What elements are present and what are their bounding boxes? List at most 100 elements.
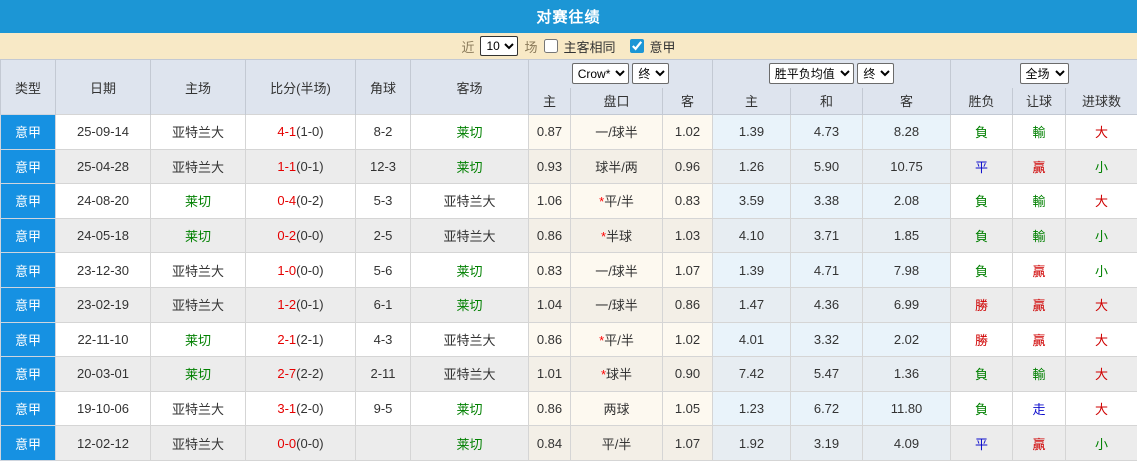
sub-header-avg-home: 主 (712, 87, 791, 115)
home-team: 亚特兰大 (150, 425, 246, 461)
goals-result-cell: 大 (1065, 390, 1137, 427)
score-cell: 3-1(2-0) (245, 390, 356, 427)
handicap-cell: *平/半 (570, 183, 663, 219)
away-team: 亚特兰大 (410, 183, 529, 219)
odds-away-cell: 1.05 (662, 390, 713, 427)
table-row: 意甲 19-10-06 亚特兰大 3-1(2-0) 9-5 莱切 0.86 两球 1.05 1.2… (0, 390, 1137, 427)
title-bar: 对赛往绩 (0, 0, 1137, 33)
odds-home-cell: 1.06 (528, 183, 571, 219)
handicap-cell: *平/半 (570, 321, 663, 358)
table-row: 意甲 23-12-30 亚特兰大 1-0(0-0) 5-6 莱切 0.83 一/球半 1.07 1… (0, 252, 1137, 288)
odds-home-cell: 0.83 (528, 252, 571, 288)
table-row: 意甲 24-08-20 莱切 0-4(0-2) 5-3 亚特兰大 1.06 *平/半 0.83 3… (0, 183, 1137, 219)
avg-home-cell: 1.39 (712, 252, 791, 288)
avg-home-cell: 4.10 (712, 217, 791, 254)
avg-state-select[interactable]: 终 (857, 63, 895, 85)
handicap-cell: 球半/两 (570, 148, 663, 185)
score-cell: 1-1(0-1) (245, 148, 356, 185)
home-team: 亚特兰大 (150, 390, 246, 427)
sub-header-goals: 进球数 (1065, 87, 1137, 115)
head-to-head-table: 类型 日期 主场 比分(半场) 角球 客场 Crow* 终 胜平负均值 终 全场… (0, 59, 1137, 461)
home-team: 亚特兰大 (150, 252, 246, 288)
score-cell: 1-2(0-1) (245, 286, 356, 323)
col-header-away: 客场 (410, 59, 529, 115)
odds-away-cell: 1.02 (662, 321, 713, 358)
corner-cell: 6-1 (355, 286, 411, 323)
league-cell: 意甲 (0, 390, 56, 427)
corner-cell: 2-11 (355, 356, 411, 392)
col-header-type: 类型 (0, 59, 56, 115)
result-cell: 負 (950, 356, 1014, 392)
avg-home-cell: 1.47 (712, 286, 791, 323)
handicap-change-icon: * (599, 194, 605, 210)
odds-home-cell: 1.04 (528, 286, 571, 323)
corner-cell: 8-2 (355, 114, 411, 150)
score-cell: 1-0(0-0) (245, 252, 356, 288)
goals-result-cell: 小 (1065, 148, 1137, 185)
handicap-result-cell: 贏 (1012, 286, 1067, 323)
corner-cell: 5-3 (355, 183, 411, 219)
date-cell: 22-11-10 (55, 321, 151, 358)
odds-company-select[interactable]: Crow* (571, 63, 629, 85)
same-venue-checkbox[interactable] (543, 39, 558, 53)
avg-home-cell: 3.59 (712, 183, 791, 219)
col-header-date: 日期 (55, 59, 151, 115)
odds-home-cell: 0.84 (528, 425, 571, 461)
avg-draw-cell: 3.19 (790, 425, 863, 461)
corner-cell: 2-5 (355, 217, 411, 254)
match-count-select[interactable]: 10 (480, 36, 519, 56)
league-cell: 意甲 (0, 286, 56, 323)
odds-home-cell: 1.01 (528, 356, 571, 392)
odds-away-cell: 0.83 (662, 183, 713, 219)
sub-header-handicap-result: 让球 (1012, 87, 1067, 115)
odds-state-select[interactable]: 终 (632, 63, 670, 85)
away-team: 亚特兰大 (410, 356, 529, 392)
odds-away-cell: 0.96 (662, 148, 713, 185)
date-cell: 23-12-30 (55, 252, 151, 288)
away-team: 莱切 (410, 390, 529, 427)
avg-draw-cell: 4.36 (790, 286, 863, 323)
table-body: 意甲 25-09-14 亚特兰大 4-1(1-0) 8-2 莱切 0.87 一/球半 1.02 1… (0, 114, 1137, 461)
table-row: 意甲 25-09-14 亚特兰大 4-1(1-0) 8-2 莱切 0.87 一/球半 1.02 1… (0, 114, 1137, 150)
away-team: 莱切 (410, 286, 529, 323)
result-cell: 平 (950, 148, 1014, 185)
table-row: 意甲 12-02-12 亚特兰大 0-0(0-0) 莱切 0.84 平/半 1.07 1.92 3… (0, 425, 1137, 461)
odds-home-cell: 0.86 (528, 321, 571, 358)
league-cell: 意甲 (0, 114, 56, 150)
score-cell: 2-7(2-2) (245, 356, 356, 392)
table-row: 意甲 24-05-18 莱切 0-2(0-0) 2-5 亚特兰大 0.86 *半球 1.03 4.… (0, 217, 1137, 254)
handicap-cell: 一/球半 (570, 252, 663, 288)
goals-result-cell: 小 (1065, 217, 1137, 254)
handicap-result-cell: 輸 (1012, 183, 1067, 219)
table-row: 意甲 25-04-28 亚特兰大 1-1(0-1) 12-3 莱切 0.93 球半/两 0.96… (0, 148, 1137, 185)
goals-result-cell: 大 (1065, 183, 1137, 219)
league-checkbox[interactable] (629, 39, 644, 53)
handicap-cell: *球半 (570, 356, 663, 392)
home-team: 莱切 (150, 183, 246, 219)
handicap-result-cell: 走 (1012, 390, 1067, 427)
avg-select[interactable]: 胜平负均值 (768, 63, 854, 85)
date-cell: 12-02-12 (55, 425, 151, 461)
col-header-corner: 角球 (355, 59, 411, 115)
away-team: 莱切 (410, 114, 529, 150)
avg-header: 胜平负均值 终 (711, 59, 952, 88)
handicap-cell: 一/球半 (570, 286, 663, 323)
result-cell: 負 (950, 217, 1014, 254)
handicap-cell: 一/球半 (570, 114, 663, 150)
league-label: 意甲 (649, 39, 676, 55)
goals-result-cell: 大 (1065, 356, 1137, 392)
corner-cell (355, 425, 411, 461)
date-cell: 24-05-18 (55, 217, 151, 254)
odds-away-cell: 0.90 (662, 356, 713, 392)
score-cell: 0-2(0-0) (245, 217, 356, 254)
league-cell: 意甲 (0, 217, 56, 254)
home-team: 莱切 (150, 217, 246, 254)
goals-result-cell: 大 (1065, 321, 1137, 358)
avg-draw-cell: 5.47 (790, 356, 863, 392)
sub-header-avg-draw: 和 (790, 87, 863, 115)
scope-select[interactable]: 全场 (1019, 63, 1069, 85)
odds-away-cell: 1.03 (662, 217, 713, 254)
home-team: 亚特兰大 (150, 286, 246, 323)
odds-home-cell: 0.93 (528, 148, 571, 185)
avg-draw-cell: 5.90 (790, 148, 863, 185)
